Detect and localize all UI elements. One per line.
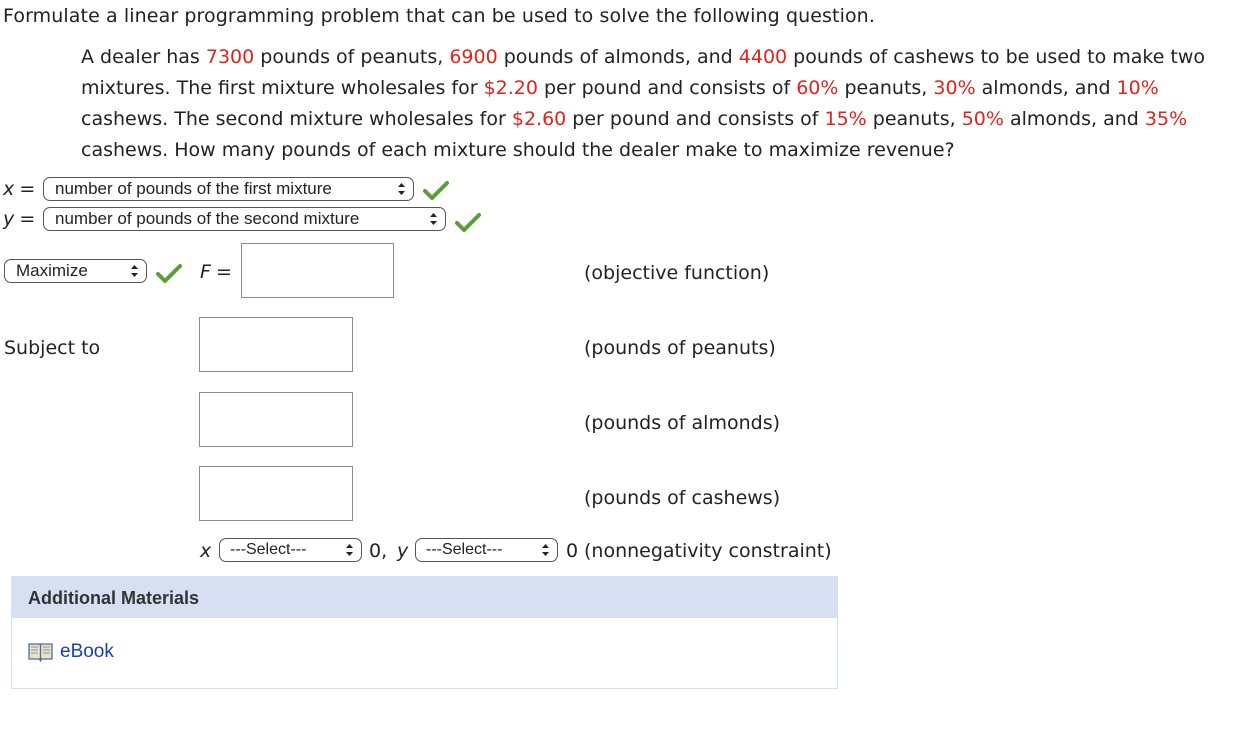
- almonds-constraint-note: (pounds of almonds): [584, 412, 781, 434]
- objective-type-select[interactable]: Maximize: [4, 259, 147, 283]
- nonnegativity-note: (nonnegativity constraint): [584, 540, 832, 562]
- select-arrows-icon: [346, 544, 353, 556]
- select-arrows-icon: [542, 544, 549, 556]
- f-equals-label: F =: [200, 261, 232, 283]
- y-variable-label: y =: [3, 208, 36, 230]
- cashews-constraint-note: (pounds of cashews): [584, 487, 781, 509]
- checkmark-icon: [455, 213, 481, 232]
- select-arrows-icon: [131, 265, 138, 277]
- nonneg-y-symbol: y: [397, 540, 409, 562]
- peanuts-amount: 7300: [205, 46, 255, 68]
- nonneg-x-symbol: x: [200, 540, 212, 562]
- book-icon: [28, 643, 53, 662]
- objective-function-note: (objective function): [584, 262, 770, 284]
- select-arrows-icon: [430, 213, 437, 225]
- additional-materials-header: Additional Materials: [12, 577, 837, 618]
- peanuts-constraint-input[interactable]: [199, 317, 353, 372]
- instruction-text: Formulate a linear programming problem t…: [3, 5, 875, 27]
- x-definition-select[interactable]: number of pounds of the first mixture: [43, 177, 414, 201]
- cashews-constraint-input[interactable]: [199, 466, 353, 521]
- y-inequality-select[interactable]: ---Select---: [415, 538, 558, 562]
- checkmark-icon: [423, 181, 449, 200]
- cashews-amount: 4400: [738, 46, 788, 68]
- almonds-constraint-input[interactable]: [199, 392, 353, 447]
- select-arrows-icon: [398, 183, 405, 195]
- x-inequality-select[interactable]: ---Select---: [219, 538, 362, 562]
- additional-materials-title: Additional Materials: [28, 588, 200, 608]
- problem-text: A dealer has 7300 pounds of peanuts, 690…: [81, 46, 1206, 161]
- x-variable-label: x =: [3, 178, 36, 200]
- subject-to-label: Subject to: [4, 337, 101, 359]
- price-second-mixture: $2.60: [511, 108, 567, 130]
- nonneg-zero-comma: 0,: [369, 540, 388, 562]
- y-definition-select[interactable]: number of pounds of the second mixture: [43, 207, 446, 231]
- ebook-link[interactable]: eBook: [60, 641, 114, 663]
- additional-materials-panel: Additional Materials eBook: [11, 576, 838, 689]
- peanuts-constraint-note: (pounds of peanuts): [584, 337, 776, 359]
- price-first-mixture: $2.20: [483, 77, 538, 99]
- almonds-amount: 6900: [449, 46, 498, 68]
- checkmark-icon: [156, 264, 182, 283]
- objective-function-input[interactable]: [241, 243, 394, 298]
- nonneg-zero: 0: [566, 540, 579, 562]
